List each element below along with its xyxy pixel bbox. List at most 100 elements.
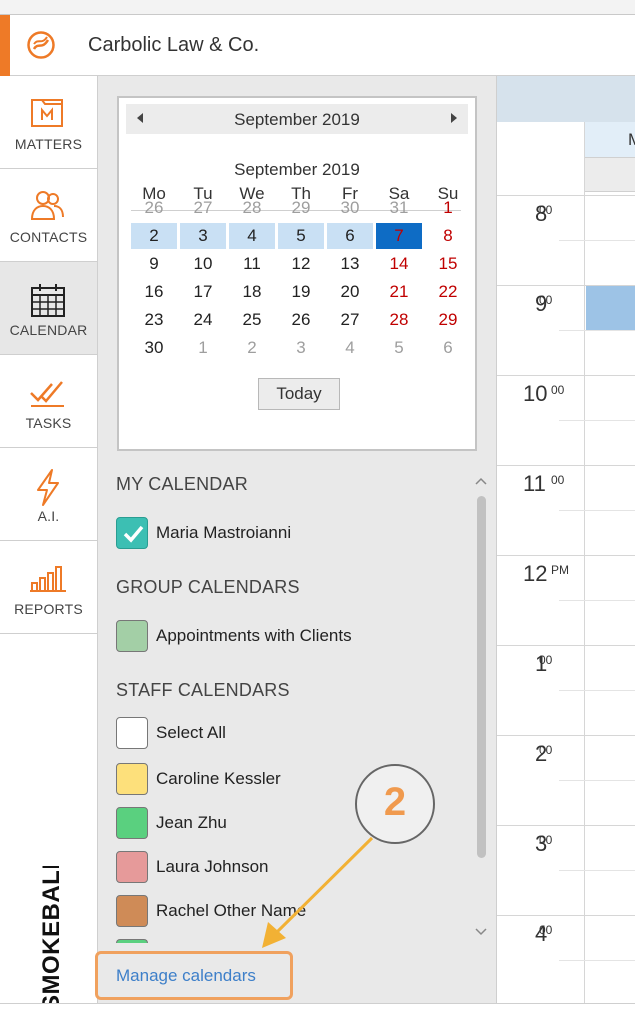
calendar-color-swatch[interactable] (116, 717, 148, 749)
calendar-day[interactable]: 19 (278, 279, 324, 305)
hour-suffix: 00 (539, 203, 553, 217)
nav-ai[interactable]: A.I. (0, 448, 97, 541)
calendar-day[interactable]: 5 (376, 335, 422, 361)
nav-matters[interactable]: MATTERS (0, 76, 97, 169)
calendar-day[interactable]: 28 (229, 195, 275, 221)
calendar-day[interactable]: 20 (327, 279, 373, 305)
calendar-day[interactable]: 5 (278, 223, 324, 249)
hour-suffix: PM (551, 563, 569, 577)
calendar-day[interactable]: 22 (425, 279, 471, 305)
calendar-day[interactable]: 28 (376, 307, 422, 333)
calendar-color-swatch[interactable] (116, 895, 148, 927)
calendar-day[interactable]: 3 (180, 223, 226, 249)
calendar-day[interactable]: 14 (376, 251, 422, 277)
calendar-day[interactable]: 31 (376, 195, 422, 221)
calendar-day[interactable]: 1 (425, 195, 471, 221)
calendar-day[interactable]: 29 (425, 307, 471, 333)
calendar-day[interactable]: 15 (425, 251, 471, 277)
mini-calendar-month: September 2019 (234, 110, 360, 129)
hour-row[interactable]: 12 PM (497, 555, 635, 645)
calendar-day[interactable]: 7 (376, 223, 422, 249)
calendar-day[interactable]: 16 (131, 279, 177, 305)
hour-divider (497, 915, 635, 916)
calendar-color-swatch[interactable] (116, 763, 148, 795)
calendar-color-swatch[interactable] (116, 620, 148, 652)
calendar-day[interactable]: 24 (180, 307, 226, 333)
appointment-block[interactable] (586, 286, 635, 330)
nav-reports-label: REPORTS (14, 601, 83, 617)
nav-contacts[interactable]: CONTACTS (0, 169, 97, 262)
nav-ai-label: A.I. (37, 508, 60, 524)
calendar-day[interactable]: 4 (229, 223, 275, 249)
half-hour-divider (559, 600, 635, 601)
nav-calendar[interactable]: CALENDAR (0, 262, 97, 355)
calendar-color-swatch[interactable] (116, 807, 148, 839)
calendar-day[interactable]: 2 (229, 335, 275, 361)
manage-calendars-link[interactable]: Manage calendars (116, 966, 256, 986)
hour-row[interactable]: 2 00 (497, 735, 635, 825)
nav-reports[interactable]: REPORTS (0, 541, 97, 634)
calendar-day[interactable]: 4 (327, 335, 373, 361)
calendar-day[interactable]: 10 (180, 251, 226, 277)
half-hour-divider (559, 690, 635, 691)
window-top-strip (0, 0, 635, 15)
calendar-day[interactable]: 23 (131, 307, 177, 333)
calendar-day[interactable]: 2 (131, 223, 177, 249)
hour-row[interactable]: 1 00 (497, 645, 635, 735)
hour-row[interactable]: 4 00 (497, 915, 635, 1005)
calendar-day[interactable]: 12 (278, 251, 324, 277)
day-column-header[interactable]: M (585, 122, 635, 158)
half-hour-divider (559, 420, 635, 421)
window-bottom-edge (0, 1003, 635, 1015)
firm-name: Carbolic Law & Co. (88, 34, 260, 56)
calendar-day[interactable]: 1 (180, 335, 226, 361)
checkbox-checked[interactable] (116, 517, 148, 549)
calendar-day[interactable]: 21 (376, 279, 422, 305)
calendar-day[interactable]: 30 (131, 335, 177, 361)
today-button[interactable]: Today (258, 378, 340, 410)
hour-row[interactable]: 8 00 (497, 195, 635, 285)
calendar-day[interactable]: 30 (327, 195, 373, 221)
calendar-day[interactable]: 6 (425, 335, 471, 361)
calendar-day[interactable]: 18 (229, 279, 275, 305)
nav-tasks-label: TASKS (25, 415, 72, 431)
calendar-day[interactable]: 29 (278, 195, 324, 221)
manage-calendars-highlight: Manage calendars (95, 951, 293, 1000)
nav-tasks[interactable]: TASKS (0, 355, 97, 448)
calendar-day[interactable]: 25 (229, 307, 275, 333)
calendar-day[interactable]: 27 (327, 307, 373, 333)
brand-text: SMOKEBALL (38, 866, 65, 1011)
hour-row[interactable]: 10 00 (497, 375, 635, 465)
calendar-day[interactable]: 9 (131, 251, 177, 277)
all-day-row[interactable] (585, 158, 635, 192)
calendar-day[interactable]: 11 (229, 251, 275, 277)
day-view-toolbar (497, 76, 635, 122)
half-hour-divider (559, 510, 635, 511)
annotation-arrow (262, 836, 374, 948)
scroll-down-icon[interactable] (475, 928, 487, 936)
hour-row[interactable]: 3 00 (497, 825, 635, 915)
smokeball-logo-icon[interactable] (26, 30, 56, 60)
calendar-day[interactable]: 8 (425, 223, 471, 249)
calendar-day[interactable]: 3 (278, 335, 324, 361)
calendar-color-swatch[interactable] (116, 851, 148, 883)
calendar-day[interactable]: 26 (278, 307, 324, 333)
hour-divider (497, 735, 635, 736)
calendar-day[interactable]: 17 (180, 279, 226, 305)
hour-row[interactable]: 11 00 (497, 465, 635, 555)
matters-icon (31, 99, 63, 127)
hour-divider (497, 825, 635, 826)
staff-calendars-heading: STAFF CALENDARS (116, 680, 290, 700)
smokeball-wordmark: SMOKEBALL (38, 866, 65, 1011)
scrollbar-thumb[interactable] (477, 496, 486, 858)
calendar-day[interactable]: 6 (327, 223, 373, 249)
half-hour-divider (559, 240, 635, 241)
next-month-icon[interactable] (451, 113, 457, 123)
calendar-day[interactable]: 26 (131, 195, 177, 221)
calendar-item-name: Select All (156, 723, 226, 742)
hour-divider (497, 645, 635, 646)
scroll-up-icon[interactable] (475, 477, 487, 485)
calendar-item-name: Jean Zhu (156, 813, 227, 832)
calendar-day[interactable]: 13 (327, 251, 373, 277)
calendar-day[interactable]: 27 (180, 195, 226, 221)
